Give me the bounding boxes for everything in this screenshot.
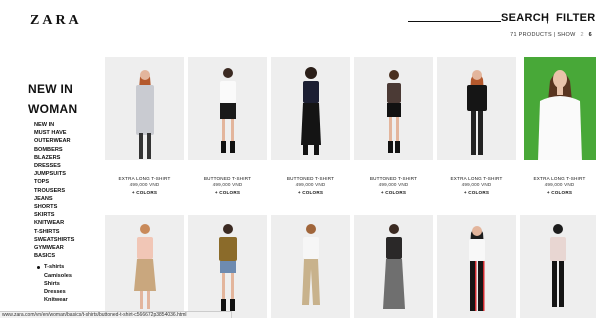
nav-item-shorts[interactable]: SHORTS (34, 203, 74, 211)
product-image-4[interactable] (354, 57, 433, 160)
nav-item-must-have[interactable]: MUST HAVE (34, 129, 74, 137)
more-colors-link[interactable]: + COLORS (188, 190, 267, 196)
nav-item-gymwear[interactable]: GYMWEAR (34, 244, 74, 252)
show-option-2[interactable]: 2 (580, 32, 583, 38)
nav-item-bombers[interactable]: BOMBERS (34, 146, 74, 154)
header-separator: | (546, 12, 549, 24)
more-colors-link[interactable]: + COLORS (354, 190, 433, 196)
product-caption-3: BUTTONED T-SHIRT 499,000 VND + COLORS (271, 176, 350, 196)
model-figure-icon (133, 224, 156, 309)
nav-item-basics[interactable]: BASICS (34, 252, 74, 260)
more-colors-link[interactable]: + COLORS (271, 190, 350, 196)
product-price: 499,000 VND (544, 182, 575, 187)
model-figure-icon (538, 70, 582, 160)
zara-logo[interactable]: ZARA (30, 13, 82, 29)
model-figure-icon (382, 224, 405, 309)
product-image-9[interactable] (271, 215, 350, 318)
product-price: 499,000 VND (295, 182, 326, 187)
product-image-11[interactable] (437, 215, 516, 318)
model-figure-icon (468, 226, 485, 311)
nav-item-sweatshirts[interactable]: SWEATSHIRTS (34, 236, 74, 244)
meta-separator: | (553, 32, 556, 38)
nav-subitem-shirts[interactable]: Shirts (34, 280, 74, 288)
search-underline[interactable] (408, 21, 501, 22)
product-image-10[interactable] (354, 215, 433, 318)
model-figure-icon (135, 70, 154, 159)
model-figure-icon (218, 224, 237, 311)
status-url: www.zara.com/vn/en/woman/basics/t-shirts… (2, 312, 187, 318)
more-colors-link[interactable]: + COLORS (437, 190, 516, 196)
nav-item-t-shirts[interactable]: T-SHIRTS (34, 228, 74, 236)
nav-sub-heading-t-shirts[interactable]: T-shirts (34, 263, 74, 271)
browser-status-bar: www.zara.com/vn/en/woman/basics/t-shirts… (0, 311, 232, 318)
model-figure-icon (219, 68, 236, 153)
model-figure-icon (466, 70, 487, 155)
nav-item-jumpsuits[interactable]: JUMPSUITS (34, 170, 74, 178)
nav-item-dresses[interactable]: DRESSES (34, 162, 74, 170)
product-caption-4: BUTTONED T-SHIRT 499,000 VND + COLORS (354, 176, 433, 196)
product-image-7[interactable] (105, 215, 184, 318)
product-image-3[interactable] (271, 57, 350, 160)
product-price: 499,000 VND (378, 182, 409, 187)
product-count: 71 PRODUCTS (510, 32, 552, 38)
more-colors-link[interactable]: + COLORS (520, 190, 599, 196)
product-image-5[interactable] (437, 57, 516, 160)
search-filter-bar: SEARCH | FILTER (408, 12, 595, 26)
model-figure-icon (301, 224, 320, 305)
nav-item-blazers[interactable]: BLAZERS (34, 154, 74, 162)
section-title-new-in: NEW IN (28, 82, 74, 96)
nav-item-skirts[interactable]: SKIRTS (34, 211, 74, 219)
show-label: SHOW (557, 32, 576, 38)
search-button[interactable]: SEARCH (501, 12, 549, 24)
nav-subitem-dresses[interactable]: Dresses (34, 288, 74, 296)
nav-item-tops[interactable]: TOPS (34, 178, 74, 186)
product-image-1[interactable] (105, 57, 184, 160)
nav-subitem-camisoles[interactable]: Camisoles (34, 272, 74, 280)
show-option-6[interactable]: 6 (589, 32, 592, 38)
model-figure-icon (300, 67, 321, 155)
filter-button[interactable]: FILTER (556, 12, 595, 24)
product-caption-6: EXTRA LONG T-SHIRT 499,000 VND + COLORS (520, 176, 599, 196)
section-title-woman: WOMAN (28, 102, 78, 116)
bullet-icon (37, 266, 40, 270)
model-figure-icon (386, 70, 401, 153)
product-image-12[interactable] (520, 215, 596, 318)
product-price: 499,000 VND (129, 182, 160, 187)
category-nav: NEW IN MUST HAVE OUTERWEAR BOMBERS BLAZE… (34, 121, 74, 304)
nav-item-knitwear[interactable]: KNITWEAR (34, 219, 74, 227)
nav-item-jeans[interactable]: JEANS (34, 195, 74, 203)
product-count-bar: 71 PRODUCTS | SHOW 2 6 (510, 32, 592, 38)
nav-subitem-knitwear[interactable]: Knitwear (34, 296, 74, 304)
nav-item-trousers[interactable]: TROUSERS (34, 187, 74, 195)
product-image-6[interactable] (524, 57, 596, 160)
product-image-8[interactable] (188, 215, 267, 318)
product-price: 499,000 VND (212, 182, 243, 187)
model-figure-icon (550, 224, 566, 307)
more-colors-link[interactable]: + COLORS (105, 190, 184, 196)
product-caption-5: EXTRA LONG T-SHIRT 499,000 VND + COLORS (437, 176, 516, 196)
product-caption-2: BUTTONED T-SHIRT 499,000 VND + COLORS (188, 176, 267, 196)
product-image-2[interactable] (188, 57, 267, 160)
product-price: 499,000 VND (461, 182, 492, 187)
nav-sub-heading-label: T-shirts (44, 264, 65, 271)
nav-item-outerwear[interactable]: OUTERWEAR (34, 137, 74, 145)
product-caption-1: EXTRA LONG T-SHIRT 499,000 VND + COLORS (105, 176, 184, 196)
nav-item-new-in[interactable]: NEW IN (34, 121, 74, 129)
